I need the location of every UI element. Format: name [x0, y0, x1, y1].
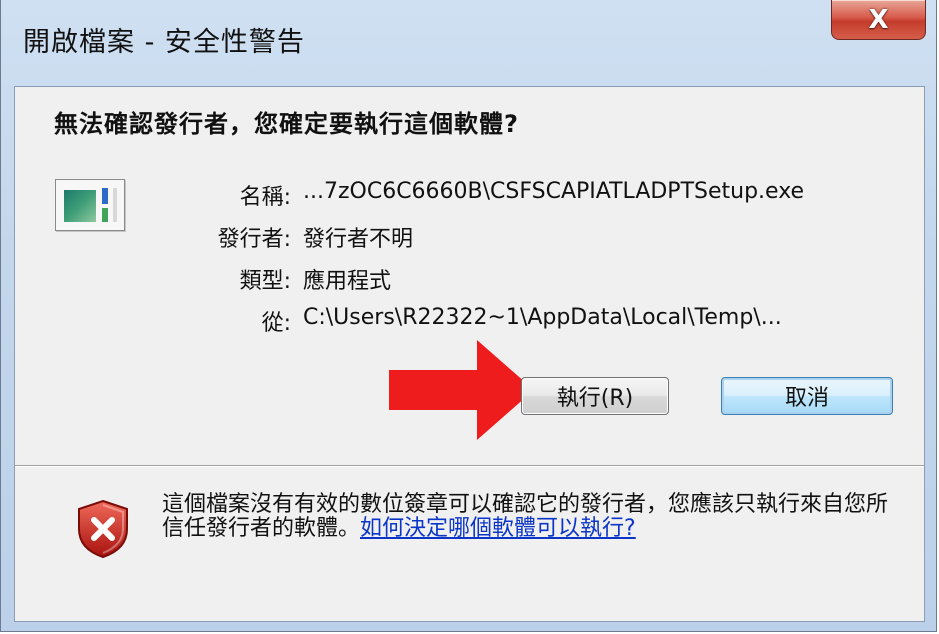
section-divider [15, 465, 924, 466]
help-link[interactable]: 如何決定哪個軟體可以執行? [360, 516, 636, 541]
run-button[interactable]: 執行(R) [521, 377, 669, 415]
run-question: 無法確認發行者，您確定要執行這個軟體? [54, 110, 519, 138]
window-title: 開啟檔案 - 安全性警告 [23, 27, 305, 58]
close-button[interactable]: X [831, 0, 926, 40]
dialog-body: 無法確認發行者，您確定要執行這個軟體? 名稱: ...7zOC6C6660B\C… [14, 86, 925, 622]
file-name-value: ...7zOC6C6660B\CSFSCAPIATLADPTSetup.exe [303, 179, 805, 204]
warning-message: 這個檔案沒有有效的數位簽章可以確認它的發行者，您應該只執行來自您所信任發行者的軟… [162, 493, 892, 541]
publisher-value: 發行者不明 [303, 227, 414, 252]
from-label: 從: [261, 311, 291, 336]
close-icon: X [868, 4, 889, 35]
cancel-button[interactable]: 取消 [721, 377, 893, 415]
security-warning-dialog: 開啟檔案 - 安全性警告 X 無法確認發行者，您確定要執行這個軟體? 名稱: .… [0, 0, 937, 632]
type-value: 應用程式 [303, 269, 392, 294]
red-arrow-annotation [389, 340, 534, 440]
publisher-label: 發行者: [217, 227, 291, 252]
security-shield-error-icon [78, 499, 128, 559]
title-bar: 開啟檔案 - 安全性警告 X [1, 0, 938, 86]
name-label: 名稱: [239, 185, 291, 210]
type-label: 類型: [239, 269, 291, 294]
from-path-value: C:\Users\R22322~1\AppData\Local\Temp\... [303, 305, 782, 330]
